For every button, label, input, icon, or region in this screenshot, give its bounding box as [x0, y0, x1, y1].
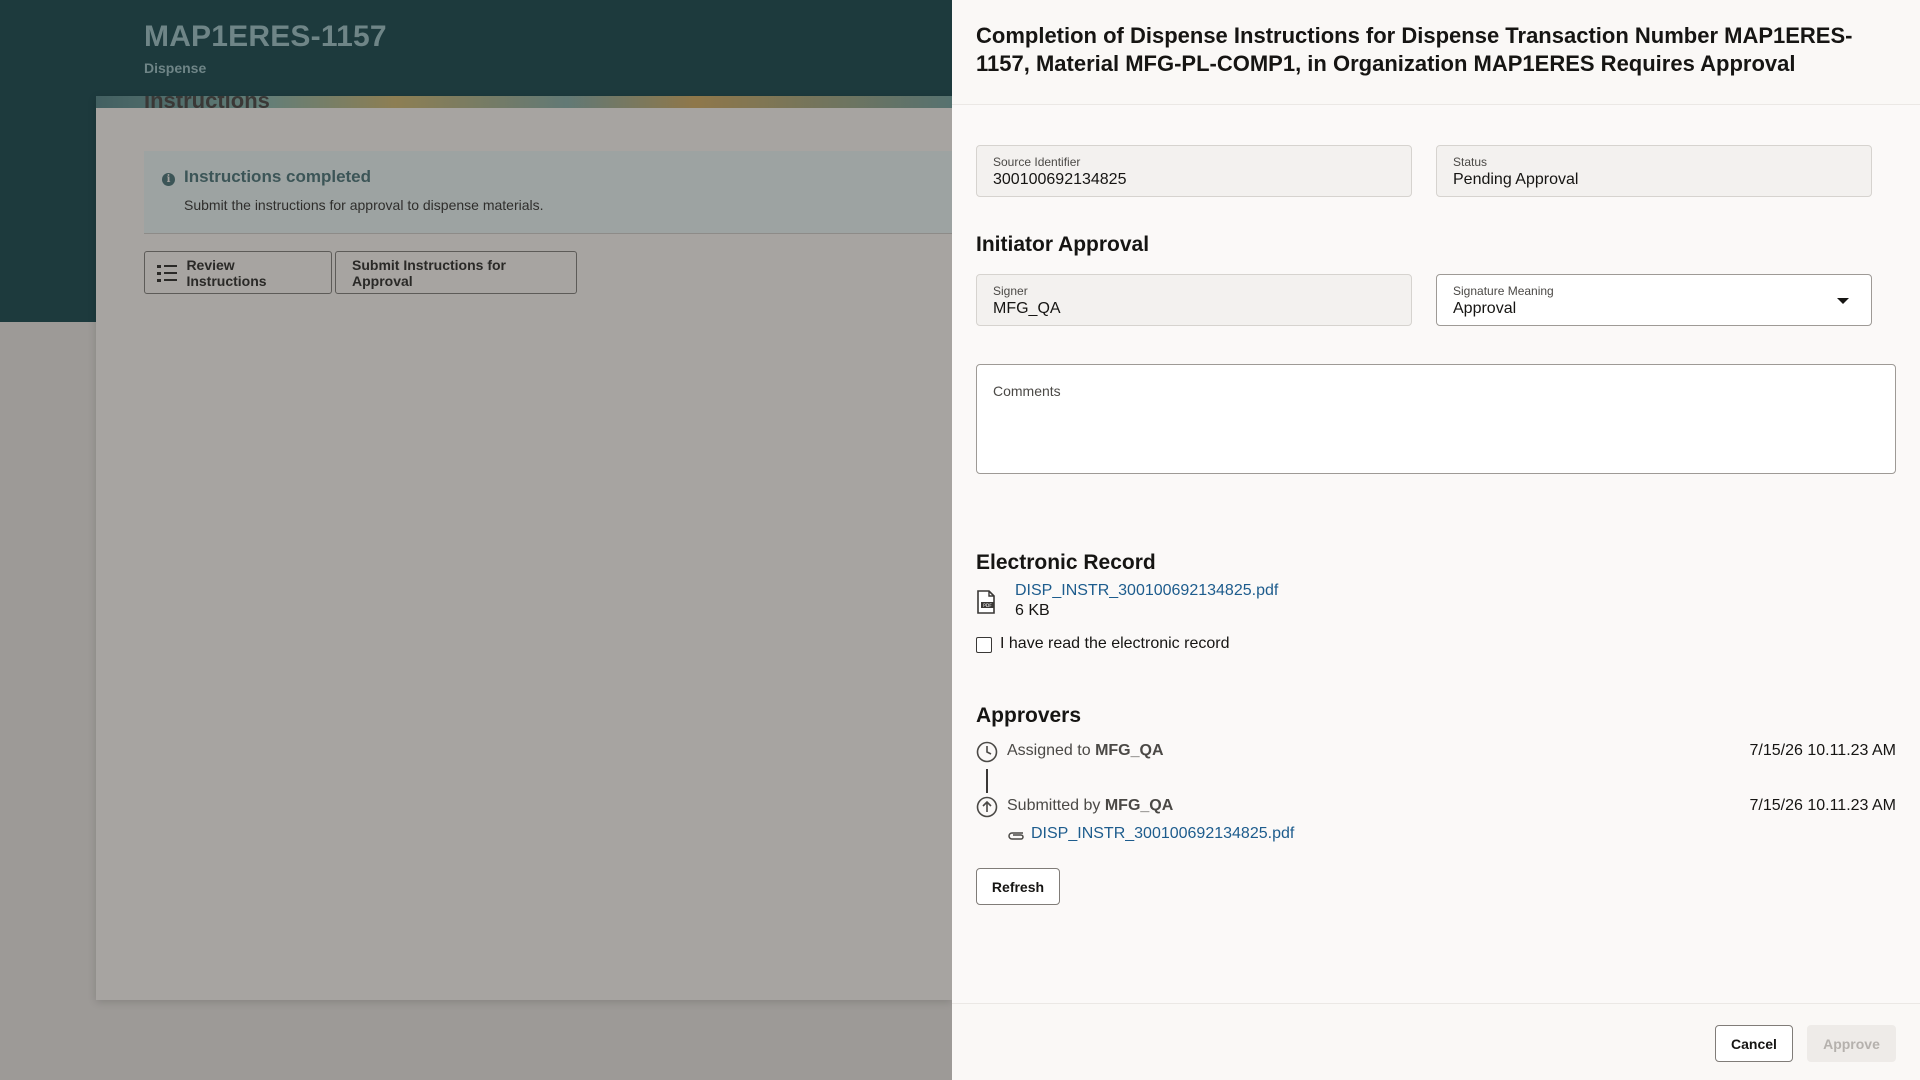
- submit-instructions-button[interactable]: Submit Instructions for Approval: [335, 251, 577, 294]
- approver-user: MFG_QA: [1095, 742, 1164, 759]
- status-label: Status: [1453, 155, 1488, 169]
- approver-date: 7/15/26 10.11.23 AM: [1749, 797, 1896, 814]
- submit-instructions-label: Submit Instructions for Approval: [352, 256, 506, 289]
- background-page-subtitle: Dispense: [144, 60, 207, 76]
- background-section-title: Instructions: [144, 96, 270, 113]
- drawer-header: Completion of Dispense Instructions for …: [952, 0, 1920, 105]
- svg-text:PDF: PDF: [983, 603, 992, 609]
- approvers-heading: Approvers: [976, 704, 1082, 727]
- electronic-record-file-size: 6 KB: [1015, 602, 1050, 619]
- drawer-footer: Cancel Approve: [952, 1003, 1920, 1080]
- upload-icon: [976, 796, 998, 818]
- review-instructions-button[interactable]: Review Instructions: [144, 251, 332, 294]
- signer-label: Signer: [993, 284, 1028, 298]
- cancel-button[interactable]: Cancel: [1715, 1025, 1793, 1062]
- source-identifier-label: Source Identifier: [993, 155, 1081, 169]
- clock-icon: [976, 741, 998, 763]
- electronic-record-heading: Electronic Record: [976, 551, 1156, 574]
- review-instructions-label: Review Instructions: [186, 256, 267, 289]
- initiator-approval-heading: Initiator Approval: [976, 233, 1150, 256]
- approver-entry-assigned: Assigned to MFG_QA: [1007, 742, 1164, 760]
- read-record-checkbox[interactable]: [976, 637, 992, 653]
- signature-meaning-label: Signature Meaning: [1453, 284, 1554, 298]
- signature-meaning-select[interactable]: Signature Meaning Approval: [1436, 274, 1872, 326]
- approver-attachment-link[interactable]: DISP_INSTR_300100692134825.pdf: [1031, 825, 1294, 843]
- approver-date: 7/15/26 10.11.23 AM: [1749, 742, 1896, 759]
- attachment-icon: [1008, 832, 1024, 840]
- list-icon: [157, 264, 177, 282]
- signer-value: MFG_QA: [993, 300, 1061, 317]
- info-banner: i Instructions completed Submit the inst…: [144, 151, 952, 234]
- approver-entry-submitted: Submitted by MFG_QA: [1007, 797, 1173, 815]
- approver-action-text: Assigned to: [1007, 742, 1091, 759]
- read-record-checkbox-label[interactable]: I have read the electronic record: [1000, 635, 1229, 653]
- status-field: Status Pending Approval: [1436, 145, 1872, 197]
- chevron-down-icon: [1837, 298, 1849, 304]
- background-instructions-card: Instructions i Instructions completed Su…: [96, 96, 952, 1000]
- signature-meaning-value: Approval: [1453, 300, 1517, 317]
- source-identifier-field: Source Identifier 300100692134825: [976, 145, 1412, 197]
- info-icon: i: [162, 173, 175, 186]
- approval-drawer: Completion of Dispense Instructions for …: [952, 0, 1920, 1080]
- drawer-title: Completion of Dispense Instructions for …: [976, 23, 1853, 76]
- approver-user: MFG_QA: [1104, 797, 1174, 814]
- comments-label: Comments: [993, 383, 1061, 399]
- electronic-record-file-link[interactable]: DISP_INSTR_300100692134825.pdf: [1015, 582, 1278, 600]
- refresh-button[interactable]: Refresh: [976, 868, 1060, 905]
- signer-field: Signer MFG_QA: [976, 274, 1412, 326]
- timeline-connector: [986, 769, 988, 793]
- approve-button[interactable]: Approve: [1807, 1025, 1896, 1062]
- pdf-file-icon: PDF: [977, 590, 995, 614]
- comments-textarea[interactable]: Comments: [976, 364, 1896, 474]
- info-banner-text: Submit the instructions for approval to …: [184, 197, 544, 213]
- info-banner-title: Instructions completed: [184, 167, 372, 186]
- status-value: Pending Approval: [1453, 171, 1579, 188]
- approver-action-text: Submitted by: [1007, 797, 1101, 814]
- background-page-title: MAP1ERES-1157: [144, 20, 387, 53]
- source-identifier-value: 300100692134825: [993, 171, 1127, 188]
